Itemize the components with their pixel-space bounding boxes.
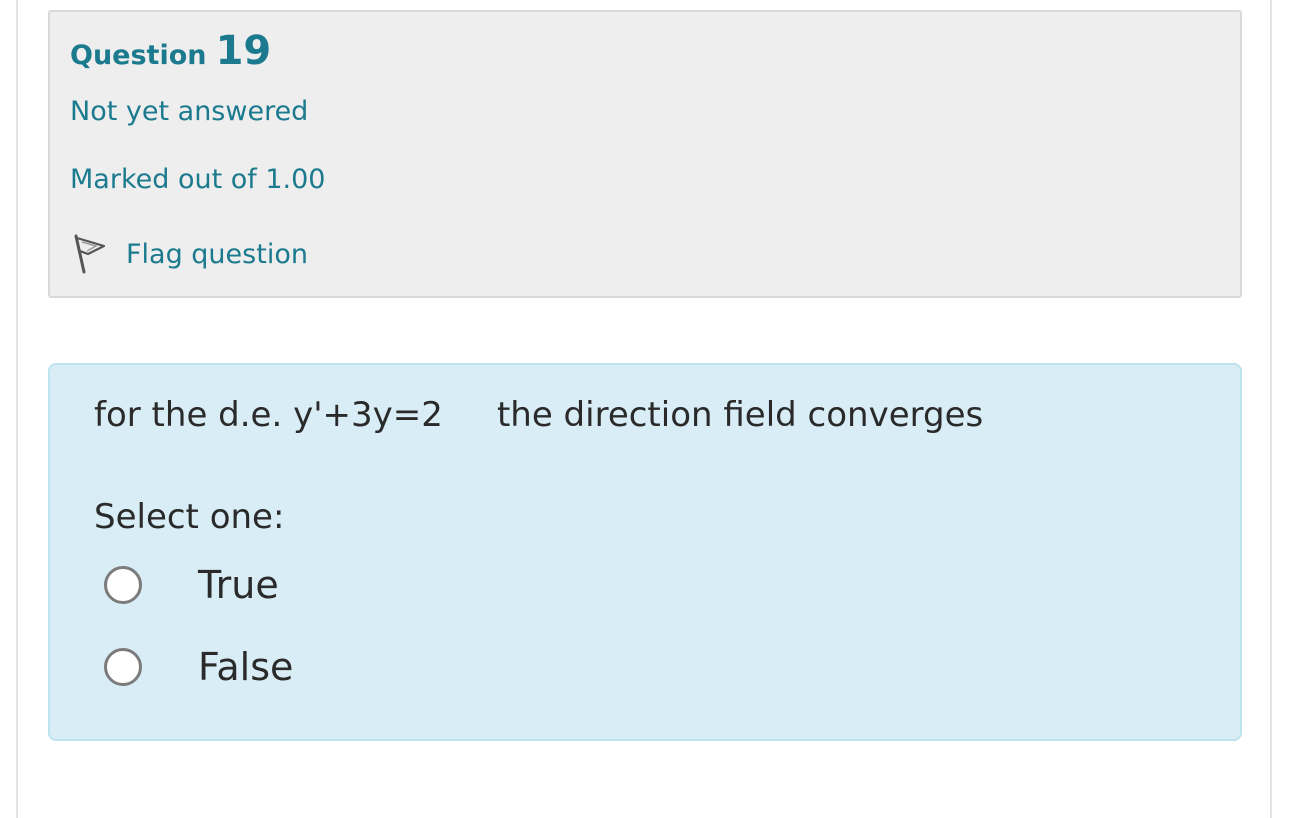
question-text: for the d.e. y'+3y=2 the direction field… <box>94 395 984 435</box>
answer-label-true[interactable]: True <box>198 563 279 607</box>
question-grade: Marked out of 1.00 <box>70 164 326 195</box>
answer-option-false[interactable]: False <box>104 642 293 692</box>
question-heading: Question 19 <box>70 28 271 74</box>
question-info-panel: Question 19 Not yet answered Marked out … <box>48 10 1242 298</box>
question-content-panel: for the d.e. y'+3y=2 the direction field… <box>48 363 1242 741</box>
select-one-prompt: Select one: <box>94 497 285 537</box>
answer-label-false[interactable]: False <box>198 645 293 689</box>
radio-button-false[interactable] <box>104 648 142 686</box>
answer-option-true[interactable]: True <box>104 560 279 610</box>
question-number: 19 <box>215 28 272 74</box>
flag-question-link[interactable]: Flag question <box>70 230 308 278</box>
question-label: Question <box>70 40 207 71</box>
flag-icon[interactable] <box>70 232 110 276</box>
flag-question-label[interactable]: Flag question <box>126 239 308 270</box>
radio-button-true[interactable] <box>104 566 142 604</box>
question-state: Not yet answered <box>70 96 309 127</box>
